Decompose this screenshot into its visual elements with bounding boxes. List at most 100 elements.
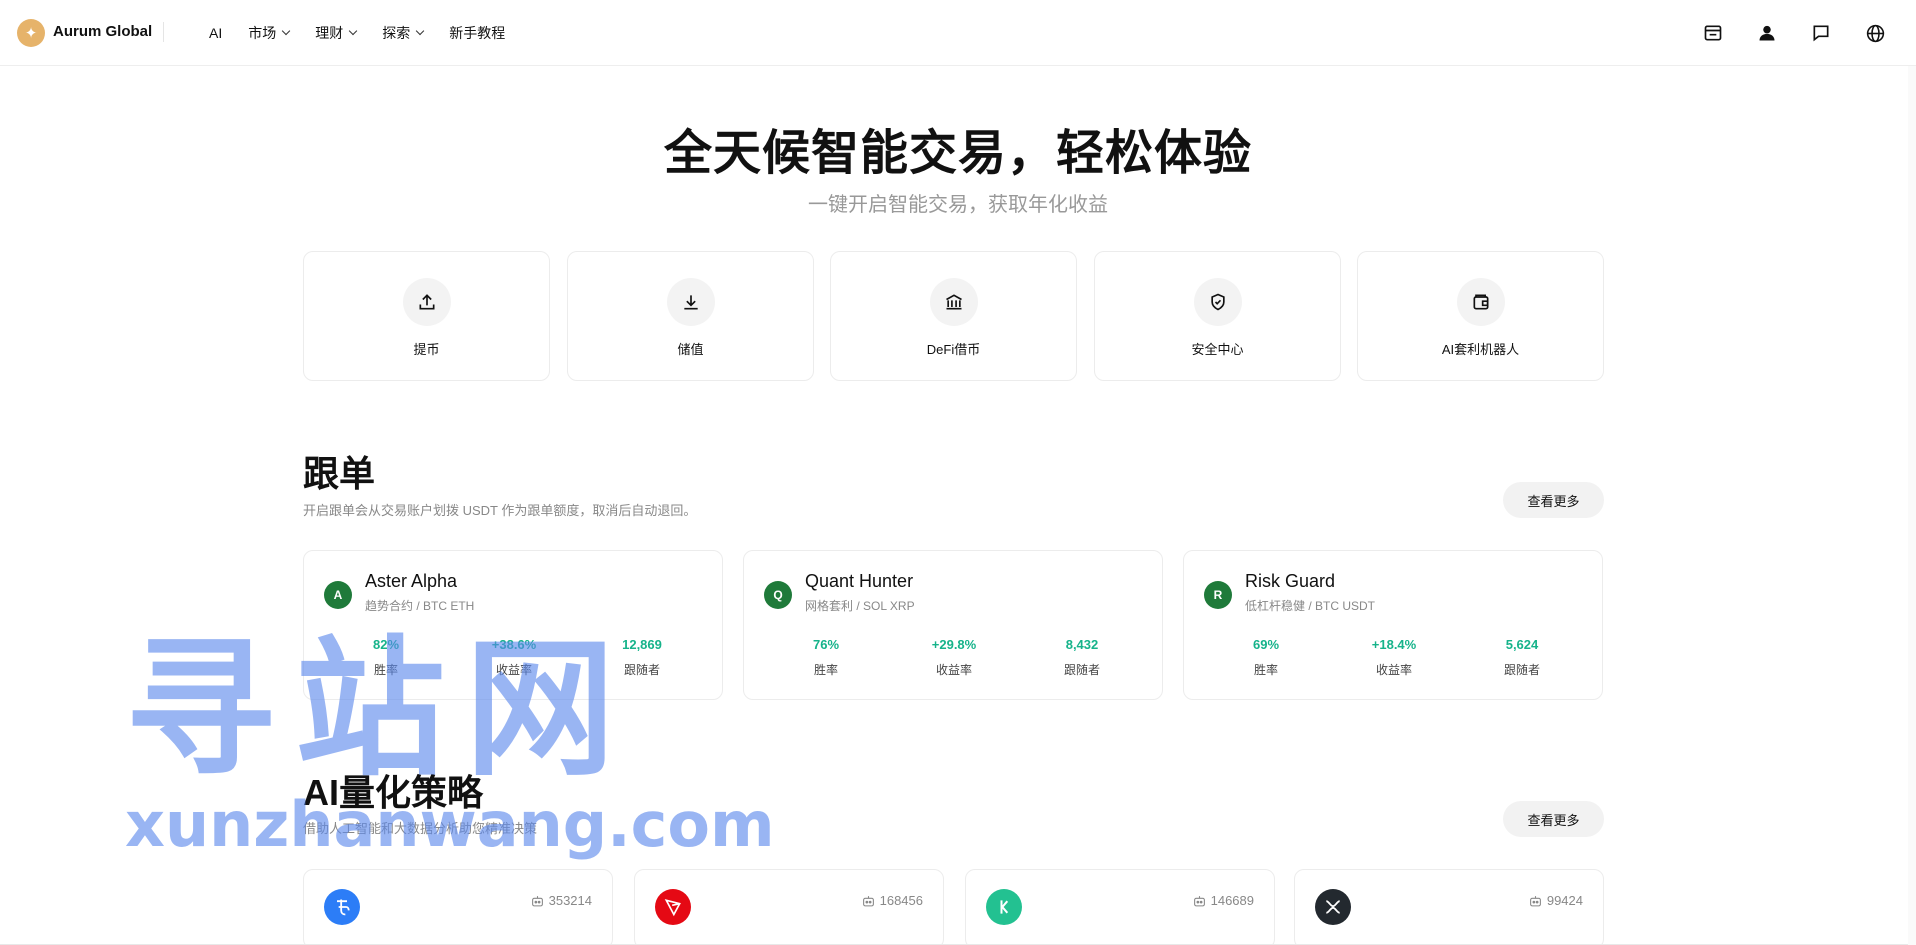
quick-action-defi-borrow[interactable]: DeFi借币 <box>830 251 1077 381</box>
quick-action-label: AI套利机器人 <box>1441 342 1520 357</box>
nav-label: AI <box>209 25 223 41</box>
quick-action-label: DeFi借币 <box>926 342 981 357</box>
copy-trade-description: 开启跟单会从交易账户划拨 USDT 作为跟单额度，取消后自动退回。 <box>303 503 697 518</box>
sparkle-icon[interactable]: ✦ <box>17 19 45 47</box>
stat-followers: 5,624 跟随者 <box>1462 637 1582 678</box>
stat-value: 69% <box>1252 637 1280 652</box>
nav-item-explore[interactable]: 探索 <box>382 23 425 43</box>
quick-action-security-center[interactable]: 安全中心 <box>1094 251 1341 381</box>
avatar: R <box>1204 581 1232 609</box>
trader-name: Aster Alpha <box>365 571 458 591</box>
bank-icon <box>929 278 978 326</box>
brand-name[interactable]: Aurum Global <box>53 23 152 40</box>
copy-trade-card[interactable]: Q Quant Hunter 网格套利 / SOL XRP 76% 胜率 +29.… <box>743 550 1163 700</box>
strategy-card[interactable]: 353214 <box>303 869 613 945</box>
user-count: 353214 <box>531 893 592 908</box>
user-count: 146689 <box>1193 893 1254 908</box>
chevron-down-icon <box>348 26 358 36</box>
tezos-icon <box>324 889 360 925</box>
upload-icon <box>402 278 451 326</box>
chevron-down-icon <box>415 26 425 36</box>
nav-label: 探索 <box>382 25 411 41</box>
stat-value: 82% <box>372 637 400 652</box>
tron-icon <box>655 889 691 925</box>
stat-followers: 8,432 跟随者 <box>1022 637 1142 678</box>
user-count-value: 146689 <box>1210 893 1254 908</box>
main-nav: AI 市场 理财 探索 新手教程 <box>209 21 531 45</box>
nav-label: 新手教程 <box>449 25 506 41</box>
avatar: Q <box>764 581 792 609</box>
hero-subtitle: 一键开启智能交易，获取年化收益 <box>808 194 1108 216</box>
chevron-down-icon <box>281 26 291 36</box>
user-count-value: 353214 <box>548 893 592 908</box>
ai-strategy-title: AI量化策略 <box>303 772 484 813</box>
brand-divider <box>163 22 164 42</box>
strategy-card[interactable]: 168456 <box>634 869 944 945</box>
trader-strategy: 网格套利 / SOL XRP <box>805 599 915 613</box>
quick-action-ai-arbitrage-bot[interactable]: AI套利机器人 <box>1357 251 1604 381</box>
quick-action-withdraw[interactable]: 提币 <box>303 251 550 381</box>
trader-name: Quant Hunter <box>805 571 914 591</box>
stat-return: +38.6% 收益率 <box>454 637 574 678</box>
download-icon <box>666 278 715 326</box>
xrp-icon <box>1315 889 1351 925</box>
trader-strategy: 低杠杆稳健 / BTC USDT <box>1245 599 1376 613</box>
quick-action-label: 储值 <box>677 342 704 357</box>
quick-action-label: 安全中心 <box>1191 342 1244 357</box>
stat-label: 胜率 <box>1253 663 1278 677</box>
user-count: 99424 <box>1529 893 1583 908</box>
chat-icon[interactable] <box>1807 19 1835 47</box>
nav-item-tutorial[interactable]: 新手教程 <box>449 23 505 43</box>
quick-action-label: 提币 <box>413 342 440 357</box>
wallet-icon <box>1456 278 1505 326</box>
trader-name: Risk Guard <box>1245 571 1336 591</box>
stat-value: 76% <box>812 637 840 652</box>
user-count-value: 168456 <box>879 893 923 908</box>
stat-label: 跟随者 <box>1063 663 1100 677</box>
stat-label: 收益率 <box>495 663 532 677</box>
stat-value: +38.6% <box>491 637 537 652</box>
strategy-card[interactable]: 146689 <box>965 869 1275 945</box>
nav-label: 市场 <box>248 25 277 41</box>
stat-win-rate: 69% 胜率 <box>1206 637 1326 678</box>
stat-value: +29.8% <box>931 637 977 652</box>
stat-value: 8,432 <box>1065 637 1099 652</box>
hero-title: 全天候智能交易，轻松体验 <box>663 127 1252 180</box>
nav-label: 理财 <box>315 25 344 41</box>
stat-value: 5,624 <box>1505 637 1539 652</box>
copy-trade-card[interactable]: A Aster Alpha 趋势合约 / BTC ETH 82% 胜率 +38.6… <box>303 550 723 700</box>
top-navbar: ✦ Aurum Global AI 市场 理财 探索 新手教程 <box>0 0 1916 66</box>
stat-followers: 12,869 跟随者 <box>582 637 702 678</box>
globe-icon[interactable] <box>1861 19 1889 47</box>
nav-item-market[interactable]: 市场 <box>248 23 291 43</box>
copy-trade-card[interactable]: R Risk Guard 低杠杆稳健 / BTC USDT 69% 胜率 +18.… <box>1183 550 1603 700</box>
stat-label: 收益率 <box>1375 663 1412 677</box>
mailbox-icon[interactable] <box>1699 19 1727 47</box>
quick-action-deposit[interactable]: 储值 <box>567 251 814 381</box>
trader-strategy: 趋势合约 / BTC ETH <box>365 599 475 613</box>
stat-label: 跟随者 <box>623 663 660 677</box>
shield-check-icon <box>1193 278 1242 326</box>
user-count-value: 99424 <box>1546 893 1583 908</box>
scrollbar[interactable] <box>1908 66 1916 945</box>
ai-strategy-description: 借助人工智能和大数据分析助您精准决策 <box>303 821 538 836</box>
stat-label: 胜率 <box>373 663 398 677</box>
nav-item-ai[interactable]: AI <box>209 25 222 41</box>
strategy-card[interactable]: 99424 <box>1294 869 1604 945</box>
stat-win-rate: 82% 胜率 <box>326 637 446 678</box>
stat-value: 12,869 <box>622 637 662 652</box>
avatar: A <box>324 581 352 609</box>
user-count: 168456 <box>862 893 923 908</box>
user-icon[interactable] <box>1753 19 1781 47</box>
copy-trade-more-button[interactable]: 查看更多 <box>1503 482 1604 518</box>
stat-label: 胜率 <box>813 663 838 677</box>
ai-strategy-more-button[interactable]: 查看更多 <box>1503 801 1604 837</box>
stat-return: +29.8% 收益率 <box>894 637 1014 678</box>
stat-label: 跟随者 <box>1503 663 1540 677</box>
stat-value: +18.4% <box>1371 637 1417 652</box>
kucoin-icon <box>986 889 1022 925</box>
stat-win-rate: 76% 胜率 <box>766 637 886 678</box>
nav-item-finance[interactable]: 理财 <box>315 23 358 43</box>
copy-trade-title: 跟单 <box>303 453 376 494</box>
stat-label: 收益率 <box>935 663 972 677</box>
